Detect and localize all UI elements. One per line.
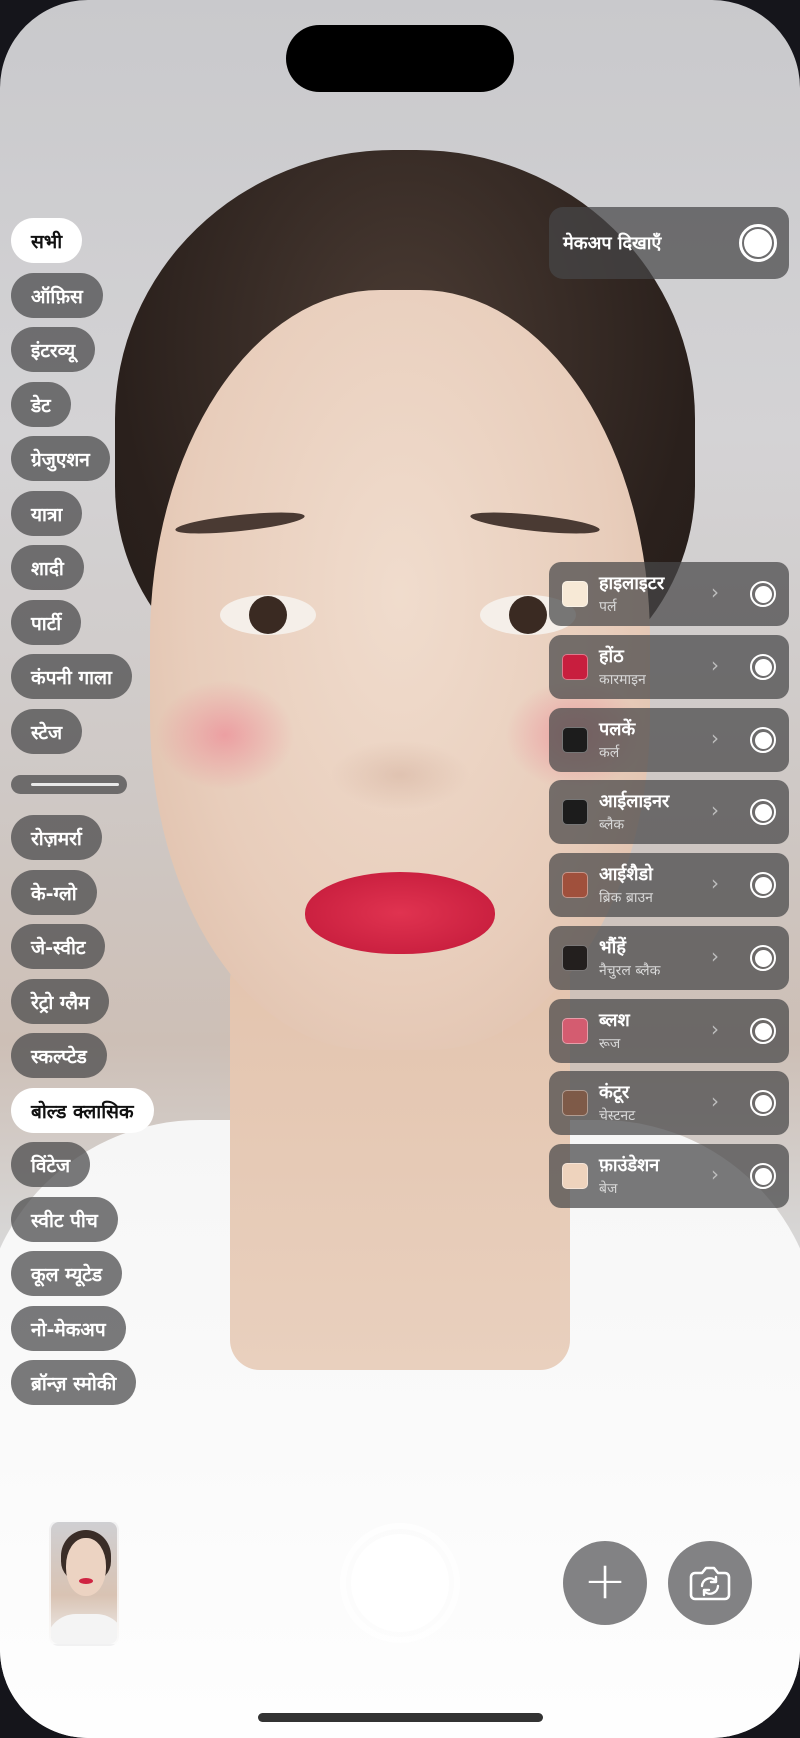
product-name: फ़ाउंडेशन [599, 1155, 660, 1176]
category-travel[interactable]: यात्रा [11, 491, 83, 536]
category-office[interactable]: ऑफ़िस [11, 273, 103, 318]
chevron-right-icon: › [711, 1017, 719, 1041]
chevron-right-icon: › [711, 871, 719, 895]
chevron-right-icon: › [711, 726, 719, 750]
category-party[interactable]: पार्टी [11, 600, 82, 645]
home-indicator[interactable] [258, 1713, 543, 1722]
product-row-eyeliner[interactable]: आईलाइनर ब्लैक › [549, 780, 789, 844]
product-name: होंठ [599, 646, 624, 667]
look-no-makeup[interactable]: नो-मेकअप [11, 1306, 126, 1351]
look-k-glow[interactable]: के-ग्लो [11, 870, 97, 915]
product-radio[interactable] [750, 727, 776, 753]
product-radio[interactable] [750, 1090, 776, 1116]
product-row-lashes[interactable]: पलकें कर्ल › [549, 708, 789, 772]
product-row-eyeshadow[interactable]: आईशैडो ब्रिक ब्राउन › [549, 853, 789, 917]
product-name: पलकें [599, 719, 636, 740]
look-everyday[interactable]: रोज़मर्रा [11, 815, 102, 860]
swatch [562, 1018, 588, 1044]
swatch [562, 1090, 588, 1116]
swatch [562, 654, 588, 680]
chevron-right-icon: › [711, 798, 719, 822]
dynamic-island [286, 25, 514, 92]
look-sweet-peach[interactable]: स्वीट पीच [11, 1197, 118, 1242]
product-row-highlighter[interactable]: हाइलाइटर पर्ल › [549, 562, 789, 626]
category-stage[interactable]: स्टेज [11, 709, 83, 754]
product-shade: बेज [599, 1181, 618, 1197]
chevron-right-icon: › [711, 1089, 719, 1113]
product-name: हाइलाइटर [599, 573, 665, 594]
look-bold-classic[interactable]: बोल्ड क्लासिक [11, 1088, 154, 1133]
category-interview[interactable]: इंटरव्यू [11, 327, 96, 372]
category-graduation[interactable]: ग्रेजुएशन [11, 436, 110, 481]
product-shade: चेस्टनट [599, 1108, 636, 1124]
product-name: कंटूर [599, 1082, 630, 1103]
add-button[interactable]: + [563, 1541, 647, 1625]
category-divider [11, 775, 127, 794]
look-j-sweet[interactable]: जे-स्वीट [11, 924, 106, 969]
flip-camera-button[interactable] [668, 1541, 752, 1625]
chevron-right-icon: › [711, 1162, 719, 1186]
product-radio[interactable] [750, 581, 776, 607]
category-date[interactable]: डेट [11, 382, 71, 427]
swatch [562, 581, 588, 607]
camera-flip-icon [689, 1566, 731, 1601]
product-row-contour[interactable]: कंटूर चेस्टनट › [549, 1071, 789, 1135]
product-shade: रूज [599, 1036, 621, 1052]
product-radio[interactable] [750, 654, 776, 680]
chevron-right-icon: › [711, 653, 719, 677]
product-row-lips[interactable]: होंठ कारमाइन › [549, 635, 789, 699]
swatch [562, 872, 588, 898]
look-retro-glam[interactable]: रेट्रो ग्लैम [11, 979, 110, 1024]
swatch [562, 1163, 588, 1189]
product-row-brows[interactable]: भौंहें नैचुरल ब्लैक › [549, 926, 789, 990]
product-shade: पर्ल [599, 599, 617, 615]
category-company-gala[interactable]: कंपनी गाला [11, 654, 132, 699]
category-wedding[interactable]: शादी [11, 545, 84, 590]
product-radio[interactable] [750, 1018, 776, 1044]
product-radio[interactable] [750, 872, 776, 898]
category-all[interactable]: सभी [11, 218, 83, 263]
product-shade: ब्लैक [599, 817, 625, 833]
product-name: ब्लश [599, 1010, 630, 1031]
product-shade: कर्ल [599, 745, 620, 761]
swatch [562, 945, 588, 971]
product-radio[interactable] [750, 1163, 776, 1189]
look-bronze-smoky[interactable]: ब्रॉन्ज़ स्मोकी [11, 1360, 137, 1405]
product-row-blush[interactable]: ब्लश रूज › [549, 999, 789, 1063]
product-name: आईलाइनर [599, 791, 670, 812]
look-vintage[interactable]: विंटेज [11, 1142, 91, 1187]
product-shade: ब्रिक ब्राउन [599, 890, 653, 906]
product-shade: नैचुरल ब्लैक [599, 963, 661, 979]
swatch [562, 727, 588, 753]
eye-left [220, 595, 316, 635]
product-name: आईशैडो [599, 864, 653, 885]
show-makeup-label: मेकअप दिखाएँ [563, 233, 662, 254]
last-photo-thumbnail[interactable] [49, 1520, 119, 1646]
product-radio[interactable] [750, 799, 776, 825]
look-sculpted[interactable]: स्कल्प्टेड [11, 1033, 107, 1078]
blush-left [155, 680, 295, 790]
chevron-right-icon: › [711, 580, 719, 604]
phone-screen: सभी ऑफ़िस इंटरव्यू डेट ग्रेजुएशन यात्रा … [0, 0, 800, 1738]
plus-icon: + [583, 1551, 627, 1611]
show-makeup-radio[interactable] [739, 224, 777, 262]
product-shade: कारमाइन [599, 672, 646, 688]
show-makeup-toggle[interactable]: मेकअप दिखाएँ [549, 207, 789, 279]
product-name: भौंहें [599, 937, 626, 958]
nose [330, 740, 470, 810]
shutter-button[interactable] [351, 1534, 449, 1632]
chevron-right-icon: › [711, 944, 719, 968]
lips [305, 872, 495, 954]
product-radio[interactable] [750, 945, 776, 971]
look-cool-muted[interactable]: कूल म्यूटेड [11, 1251, 123, 1296]
swatch [562, 799, 588, 825]
product-row-foundation[interactable]: फ़ाउंडेशन बेज › [549, 1144, 789, 1208]
